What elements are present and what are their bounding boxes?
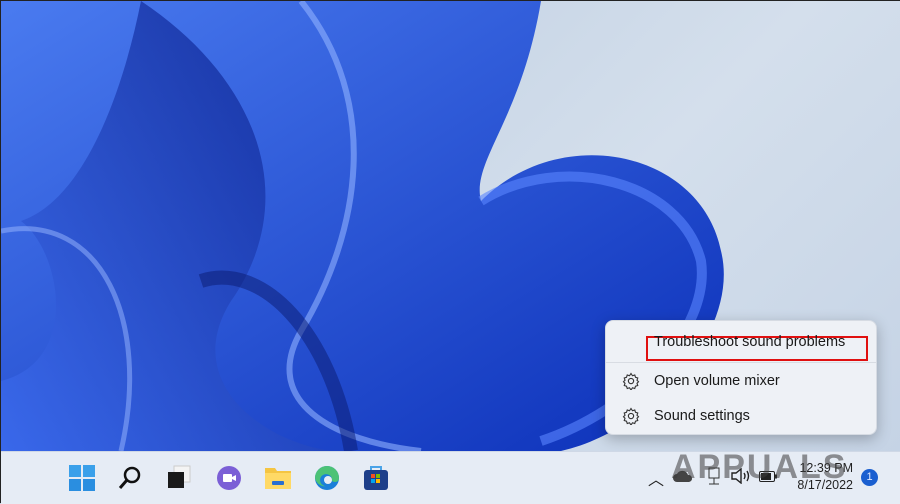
menu-divider xyxy=(606,362,876,363)
edge-button[interactable] xyxy=(311,462,343,494)
menu-item-label: Troubleshoot sound problems xyxy=(654,334,846,350)
menu-item-open-volume-mixer[interactable]: Open volume mixer xyxy=(606,366,876,396)
task-view-button[interactable] xyxy=(163,462,195,494)
edge-icon xyxy=(315,466,339,490)
file-explorer-icon xyxy=(265,468,291,489)
start-button[interactable] xyxy=(66,462,98,494)
notification-badge[interactable]: 1 xyxy=(861,469,878,486)
search-icon xyxy=(118,466,141,489)
search-button[interactable] xyxy=(114,462,146,494)
task-view-icon xyxy=(168,465,191,488)
teams-chat-button[interactable] xyxy=(213,462,245,494)
store-icon xyxy=(364,466,388,490)
sound-context-menu: Troubleshoot sound problems Open volume … xyxy=(605,320,877,435)
appuals-watermark-logo: APPUALS xyxy=(671,448,848,486)
menu-item-label: Sound settings xyxy=(654,408,750,424)
start-icon xyxy=(69,465,95,491)
menu-item-sound-settings[interactable]: Sound settings xyxy=(606,401,876,431)
gear-icon xyxy=(622,372,640,394)
store-button[interactable] xyxy=(360,462,392,494)
gear-icon xyxy=(622,407,640,429)
show-hidden-icons-chevron-icon[interactable]: ︿ xyxy=(648,466,664,490)
teams-chat-icon xyxy=(217,466,241,490)
menu-item-troubleshoot-sound[interactable]: Troubleshoot sound problems xyxy=(606,327,876,361)
menu-item-label: Open volume mixer xyxy=(654,373,780,389)
file-explorer-button[interactable] xyxy=(262,462,294,494)
